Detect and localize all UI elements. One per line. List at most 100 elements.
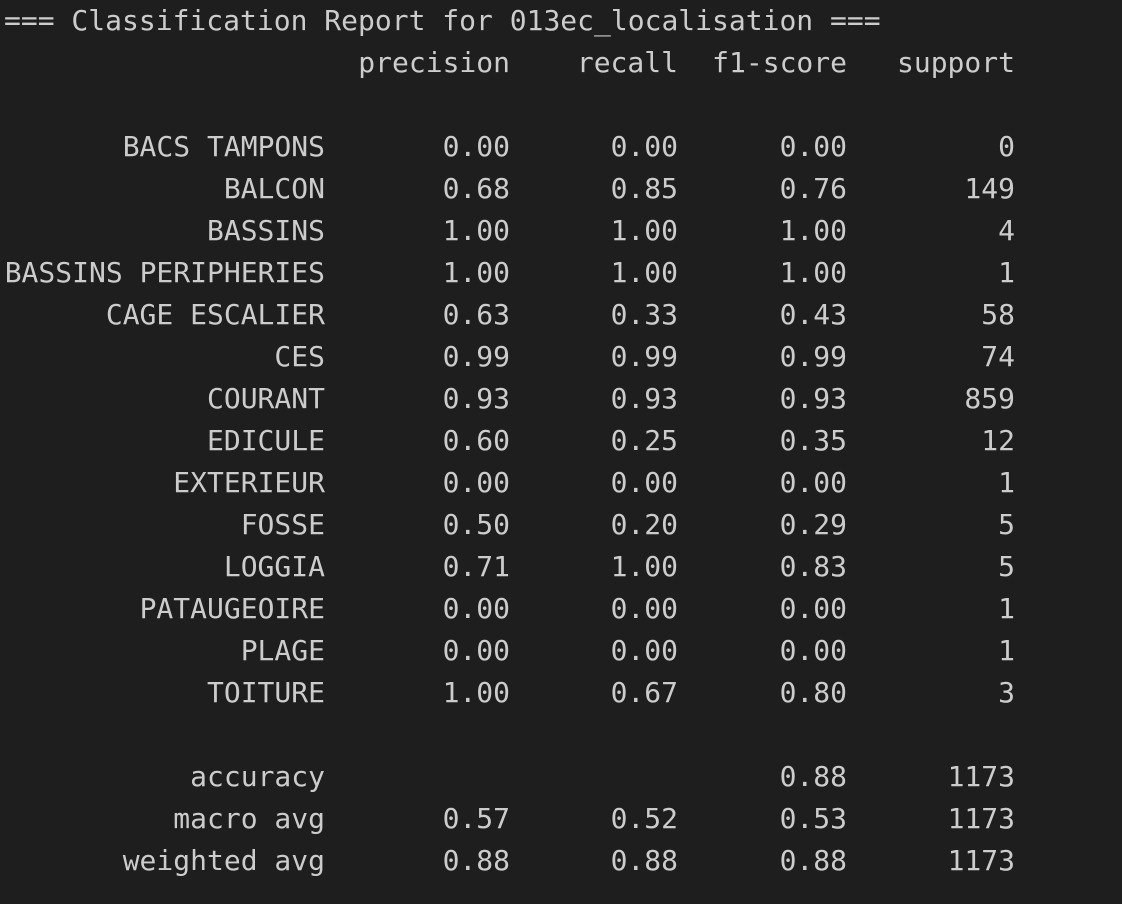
table-row: PLAGE 0.00 0.00 0.00 1 xyxy=(0,630,1122,672)
f1-score-value: 0.43 xyxy=(779,298,847,331)
terminal-output: === Classification Report for 013ec_loca… xyxy=(0,0,1122,904)
header-f1-score: f1-score xyxy=(712,46,847,79)
support-value: 5 xyxy=(998,508,1015,541)
support-value: 1173 xyxy=(947,844,1015,877)
support-value: 1 xyxy=(998,256,1015,289)
summary-row: accuracy 0.88 1173 xyxy=(0,756,1122,798)
row-label: TOITURE xyxy=(206,676,325,709)
precision-value: 0.57 xyxy=(442,802,510,835)
row-label: accuracy xyxy=(190,760,325,793)
table-row: BACS TAMPONS 0.00 0.00 0.00 0 xyxy=(0,126,1122,168)
precision-value: 0.60 xyxy=(442,424,510,457)
precision-value: 0.50 xyxy=(442,508,510,541)
support-value: 859 xyxy=(964,382,1015,415)
f1-score-value: 0.83 xyxy=(779,550,847,583)
f1-score-value: 1.00 xyxy=(779,214,847,247)
summary-row: weighted avg 0.88 0.88 0.88 1173 xyxy=(0,840,1122,882)
f1-score-value: 0.88 xyxy=(779,760,847,793)
support-value: 149 xyxy=(964,172,1015,205)
f1-score-value: 0.00 xyxy=(779,592,847,625)
table-row: COURANT 0.93 0.93 0.93 859 xyxy=(0,378,1122,420)
support-value: 74 xyxy=(981,340,1015,373)
recall-value: 0.93 xyxy=(610,382,678,415)
summary-row: macro avg 0.57 0.52 0.53 1173 xyxy=(0,798,1122,840)
f1-score-value: 0.00 xyxy=(779,130,847,163)
support-value: 12 xyxy=(981,424,1015,457)
f1-score-value: 0.80 xyxy=(779,676,847,709)
row-label: PLAGE xyxy=(240,634,325,667)
f1-score-value: 0.35 xyxy=(779,424,847,457)
row-label: CAGE ESCALIER xyxy=(105,298,325,331)
precision-value: 1.00 xyxy=(442,256,510,289)
recall-value: 0.00 xyxy=(610,592,678,625)
recall-value: 0.00 xyxy=(610,634,678,667)
support-value: 58 xyxy=(981,298,1015,331)
row-label: EXTERIEUR xyxy=(173,466,325,499)
precision-value: 1.00 xyxy=(442,214,510,247)
row-label: FOSSE xyxy=(240,508,325,541)
row-label: BASSINS xyxy=(206,214,325,247)
f1-score-value: 0.88 xyxy=(779,844,847,877)
f1-score-value: 1.00 xyxy=(779,256,847,289)
support-value: 1 xyxy=(998,634,1015,667)
support-value: 5 xyxy=(998,550,1015,583)
precision-value: 0.99 xyxy=(442,340,510,373)
recall-value: 0.85 xyxy=(610,172,678,205)
f1-score-value: 0.29 xyxy=(779,508,847,541)
f1-score-value: 0.00 xyxy=(779,466,847,499)
precision-value: 0.00 xyxy=(442,466,510,499)
precision-value: 0.00 xyxy=(442,634,510,667)
recall-value: 1.00 xyxy=(610,550,678,583)
f1-score-value: 0.93 xyxy=(779,382,847,415)
row-label: COURANT xyxy=(206,382,325,415)
precision-value: 0.00 xyxy=(442,592,510,625)
header-recall: recall xyxy=(576,46,678,79)
row-label: macro avg xyxy=(173,802,325,835)
row-label: weighted avg xyxy=(122,844,325,877)
recall-value: 1.00 xyxy=(610,256,678,289)
support-value: 1173 xyxy=(947,760,1015,793)
table-row: FOSSE 0.50 0.20 0.29 5 xyxy=(0,504,1122,546)
support-value: 4 xyxy=(998,214,1015,247)
precision-value: 0.88 xyxy=(442,844,510,877)
table-row: TOITURE 1.00 0.67 0.80 3 xyxy=(0,672,1122,714)
recall-value: 0.00 xyxy=(610,130,678,163)
row-label: EDICULE xyxy=(206,424,325,457)
recall-value: 0.67 xyxy=(610,676,678,709)
row-label: CES xyxy=(274,340,325,373)
table-row: EDICULE 0.60 0.25 0.35 12 xyxy=(0,420,1122,462)
f1-score-value: 0.00 xyxy=(779,634,847,667)
precision-value: 1.00 xyxy=(442,676,510,709)
table-row: BASSINS PERIPHERIES 1.00 1.00 1.00 1 xyxy=(0,252,1122,294)
header-support: support xyxy=(896,46,1015,79)
recall-value: 1.00 xyxy=(610,214,678,247)
f1-score-value: 0.99 xyxy=(779,340,847,373)
table-row: CAGE ESCALIER 0.63 0.33 0.43 58 xyxy=(0,294,1122,336)
support-value: 1173 xyxy=(947,802,1015,835)
precision-value: 0.93 xyxy=(442,382,510,415)
support-value: 1 xyxy=(998,466,1015,499)
precision-value: 0.68 xyxy=(442,172,510,205)
recall-value: 0.00 xyxy=(610,466,678,499)
row-label: BALCON xyxy=(223,172,325,205)
recall-value: 0.25 xyxy=(610,424,678,457)
recall-value: 0.99 xyxy=(610,340,678,373)
f1-score-value: 0.53 xyxy=(779,802,847,835)
support-value: 3 xyxy=(998,676,1015,709)
support-value: 1 xyxy=(998,592,1015,625)
support-value: 0 xyxy=(998,130,1015,163)
recall-value: 0.33 xyxy=(610,298,678,331)
precision-value: 0.71 xyxy=(442,550,510,583)
report-title: === Classification Report for 013ec_loca… xyxy=(4,4,881,37)
table-row: PATAUGEOIRE 0.00 0.00 0.00 1 xyxy=(0,588,1122,630)
table-row: LOGGIA 0.71 1.00 0.83 5 xyxy=(0,546,1122,588)
table-row: CES 0.99 0.99 0.99 74 xyxy=(0,336,1122,378)
table-row: BALCON 0.68 0.85 0.76 149 xyxy=(0,168,1122,210)
header-row: precision recall f1-score support xyxy=(0,42,1122,84)
recall-value: 0.52 xyxy=(610,802,678,835)
table-row: BASSINS 1.00 1.00 1.00 4 xyxy=(0,210,1122,252)
precision-value: 0.63 xyxy=(442,298,510,331)
row-label: BACS TAMPONS xyxy=(122,130,325,163)
f1-score-value: 0.76 xyxy=(779,172,847,205)
recall-value: 0.88 xyxy=(610,844,678,877)
